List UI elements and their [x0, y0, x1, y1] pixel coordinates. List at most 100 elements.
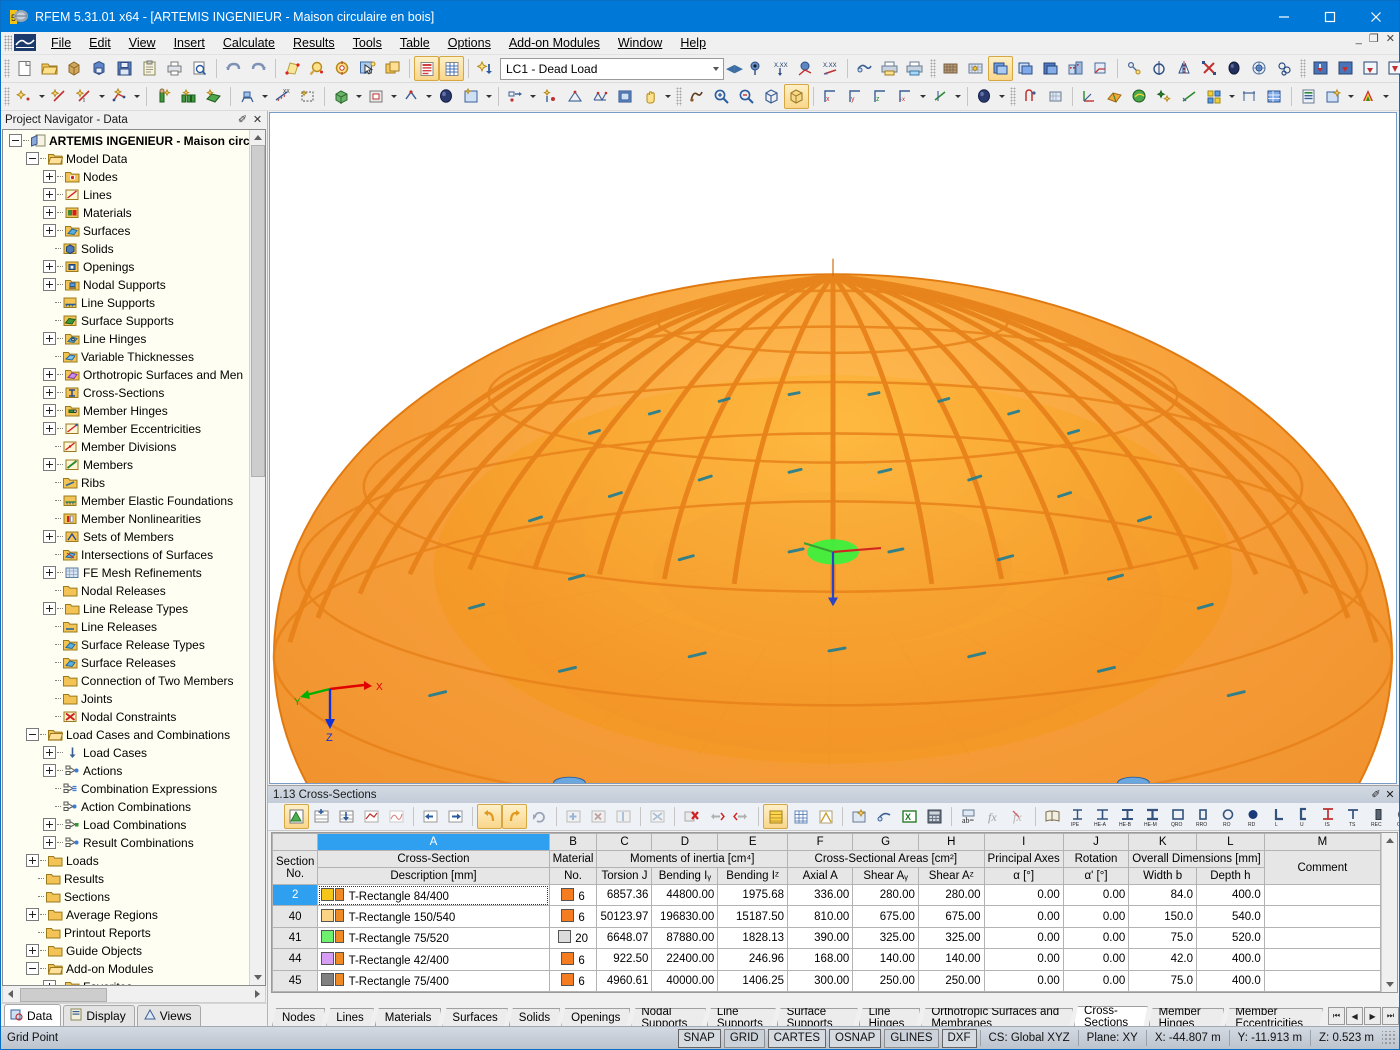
undo-table-icon[interactable] [477, 804, 502, 829]
column-letter-h[interactable]: H [918, 834, 984, 851]
navigator-vertical-scrollbar[interactable] [249, 130, 265, 985]
edit-model-icon[interactable] [280, 56, 305, 81]
column-letter-l[interactable]: L [1197, 834, 1265, 851]
menu-results[interactable]: Results [284, 34, 344, 52]
cell-bending-iz[interactable]: 15187.50 [718, 906, 788, 927]
cell-width[interactable]: 42.0 [1129, 949, 1197, 970]
groups-dropdown-icon[interactable] [1227, 85, 1237, 108]
column-letter-e[interactable]: E [718, 834, 788, 851]
node-icon[interactable] [12, 84, 37, 109]
cell-shear-az[interactable]: 140.00 [918, 949, 984, 970]
menu-window[interactable]: Window [609, 34, 671, 52]
grid-scroll-track[interactable] [1382, 848, 1397, 977]
render-icon[interactable] [330, 56, 355, 81]
table-tab-line-supports[interactable]: Line Supports [707, 1008, 776, 1026]
cell-axial[interactable]: 300.00 [788, 970, 853, 991]
groups-icon[interactable] [1202, 84, 1227, 109]
tree-item-member-divisions[interactable]: Member Divisions [3, 438, 249, 456]
next-table-icon[interactable] [443, 804, 468, 829]
column-letter-j[interactable]: J [1063, 834, 1129, 851]
grid-vertical-scrollbar[interactable] [1381, 833, 1397, 992]
cell-alpha[interactable]: 0.00 [984, 927, 1063, 948]
femesh-dropdown-icon[interactable] [484, 85, 494, 108]
nodal-support-icon[interactable] [235, 84, 260, 109]
print-view-icon[interactable] [877, 56, 902, 81]
tree-item-surfaces[interactable]: Surfaces [3, 222, 249, 240]
mesh-icon[interactable] [938, 56, 963, 81]
section-u-icon[interactable]: U [1290, 804, 1315, 829]
expand-icon[interactable] [43, 980, 56, 985]
prev-tab-button[interactable]: ◀ [1346, 1007, 1363, 1025]
tree-item-nodal-constraints[interactable]: Nodal Constraints [3, 708, 249, 726]
cell-alpha[interactable]: 0.00 [984, 885, 1063, 906]
surface-support-icon[interactable] [295, 84, 320, 109]
table-row[interactable]: 40 T-Rectangle 150/540 650123.97196830.0… [273, 906, 1381, 927]
tree-item-cross-sections[interactable]: Cross-Sections [3, 384, 249, 402]
collapse-icon[interactable] [26, 962, 39, 975]
tree-item-intersections-of-surfaces[interactable]: Intersections of Surfaces [3, 546, 249, 564]
menu-grip[interactable] [4, 35, 12, 51]
cell-comment[interactable] [1264, 949, 1380, 970]
section-l-icon[interactable]: L [1265, 804, 1290, 829]
column-letter-a[interactable]: A [318, 834, 549, 851]
guide-object-icon[interactable] [1018, 84, 1043, 109]
fill-down-icon[interactable] [334, 804, 359, 829]
load-case-combobox[interactable]: LC1 - Dead Load [500, 58, 724, 80]
collapse-icon[interactable] [9, 134, 22, 147]
expand-icon[interactable] [43, 368, 56, 381]
addon-wizard-icon[interactable] [1321, 84, 1346, 109]
toolbar-grip-6[interactable] [1010, 87, 1016, 106]
cell-description[interactable]: T-Rectangle 42/400 [318, 949, 549, 970]
cell-material-no[interactable]: 6 [549, 906, 597, 927]
navigator-tab-views[interactable]: Views [137, 1005, 201, 1026]
navigator-tab-data[interactable]: Data [4, 1004, 61, 1026]
select-objects-icon[interactable] [355, 56, 380, 81]
filter-table-icon[interactable] [872, 804, 897, 829]
toolbar-grip-5[interactable] [676, 87, 682, 106]
cross-sections-table[interactable]: ABCDEFGHIJKLMSectionNo.Cross-SectionMate… [272, 833, 1381, 992]
detail-icon[interactable] [1272, 56, 1297, 81]
cell-torsion[interactable]: 4960.61 [597, 970, 652, 991]
solid-body-icon[interactable] [434, 84, 459, 109]
table-tab-openings[interactable]: Openings [561, 1008, 630, 1026]
remove-left-icon[interactable] [704, 804, 729, 829]
expand-icon[interactable] [26, 944, 39, 957]
nodal-release-icon[interactable] [503, 84, 528, 109]
zoom-window-icon[interactable] [709, 84, 734, 109]
truss-icon[interactable] [563, 84, 588, 109]
expand-icon[interactable] [43, 260, 56, 273]
tree-item-line-hinges[interactable]: Line Hinges [3, 330, 249, 348]
expand-icon[interactable] [43, 746, 56, 759]
cell-description[interactable]: T-Rectangle 75/400 [318, 970, 549, 991]
menu-help[interactable]: Help [671, 34, 715, 52]
tree-item-nodal-supports[interactable]: Nodal Supports [3, 276, 249, 294]
axes-icon[interactable] [1077, 84, 1102, 109]
expand-icon[interactable] [43, 836, 56, 849]
cell-depth[interactable]: 520.0 [1197, 927, 1265, 948]
mdi-close-button[interactable]: ✕ [1386, 34, 1395, 44]
calculator-icon[interactable] [922, 804, 947, 829]
cell-shear-ay[interactable]: 675.00 [853, 906, 919, 927]
expand-icon[interactable] [43, 170, 56, 183]
tree-item-results[interactable]: Results [3, 870, 249, 888]
load-wizard-icon[interactable] [473, 56, 498, 81]
add-row-icon[interactable] [561, 804, 586, 829]
cell-comment[interactable] [1264, 885, 1380, 906]
fe-mesh-icon[interactable] [963, 56, 988, 81]
tree-item-member-elastic-foundations[interactable]: Member Elastic Foundations [3, 492, 249, 510]
tree-item-load-cases[interactable]: Load Cases [3, 744, 249, 762]
column-letter-m[interactable]: M [1264, 834, 1380, 851]
solid-icon[interactable] [329, 84, 354, 109]
tree-item-surface-supports[interactable]: Surface Supports [3, 312, 249, 330]
pin-icon[interactable]: ✐ [235, 113, 250, 126]
copy-window-icon[interactable] [380, 56, 405, 81]
tree-item-add-on-modules[interactable]: Add-on Modules [3, 960, 249, 978]
function-icon[interactable]: fx [981, 804, 1006, 829]
status-toggle-grid[interactable]: GRID [724, 1029, 765, 1048]
navigator-tree[interactable]: ARTEMIS INGENIEUR - Maison circuModel Da… [3, 130, 249, 985]
menu-view[interactable]: View [120, 34, 165, 52]
value-xx-icon[interactable]: X.XX [818, 56, 843, 81]
hand-tool-icon[interactable] [638, 84, 663, 109]
table-row[interactable]: 41 T-Rectangle 75/520 206648.0787880.001… [273, 927, 1381, 948]
section-plane-icon[interactable] [1088, 56, 1113, 81]
